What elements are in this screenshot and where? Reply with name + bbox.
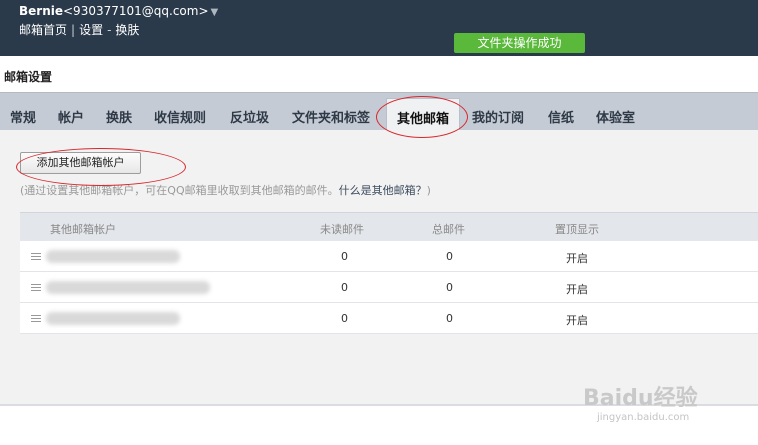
- accounts-table: 其他邮箱帐户 未读邮件 总邮件 置顶显示 0 0 开启 0 0 开启 0 0 开…: [20, 212, 758, 334]
- baidu-watermark-url: jingyan.baidu.com: [597, 412, 690, 423]
- user-name: Bernie: [19, 4, 63, 18]
- baidu-watermark: Baidu经验: [583, 386, 698, 411]
- user-info[interactable]: Bernie<930377101@qq.com> ▼: [19, 4, 218, 18]
- col-total: 总邮件: [432, 223, 465, 236]
- tab-spam[interactable]: 反垃圾: [230, 107, 269, 126]
- blurred-account-name: [46, 250, 180, 263]
- col-account: 其他邮箱帐户: [50, 223, 116, 236]
- settings-tabs: 常规 帐户 换肤 收信规则 反垃圾 文件夹和标签 其他邮箱 我的订阅 信纸 体验…: [0, 92, 758, 131]
- link-separator: |: [71, 23, 76, 37]
- tab-folders-labels[interactable]: 文件夹和标签: [292, 107, 370, 126]
- success-toast: 文件夹操作成功: [454, 33, 585, 53]
- pin-status[interactable]: 开启: [566, 312, 588, 328]
- drag-handle-icon[interactable]: [31, 284, 41, 291]
- table-row[interactable]: 0 0 开启: [20, 241, 758, 272]
- settings-page: Bernie<930377101@qq.com> ▼ 邮箱首页 | 设置 - 换肤 文件夹…: [0, 0, 758, 445]
- table-header: 其他邮箱帐户 未读邮件 总邮件 置顶显示: [20, 212, 758, 241]
- link-separator: -: [107, 23, 112, 37]
- drag-handle-icon[interactable]: [31, 253, 41, 260]
- total-count: 0: [446, 250, 453, 263]
- tab-general[interactable]: 常规: [10, 107, 36, 126]
- top-header: Bernie<930377101@qq.com> ▼ 邮箱首页 | 设置 - 换肤 文件夹…: [0, 0, 758, 56]
- what-is-other-mailbox-link[interactable]: 什么是其他邮箱？: [339, 184, 427, 197]
- hint-body: (通过设置其他邮箱帐户，可在QQ邮箱里收取到其他邮箱的邮件。: [20, 184, 339, 197]
- unread-count: 0: [341, 250, 348, 263]
- col-pin: 置顶显示: [555, 223, 599, 236]
- unread-count: 0: [341, 281, 348, 294]
- pin-status[interactable]: 开启: [566, 281, 588, 297]
- user-email: <930377101@qq.com>: [63, 4, 209, 18]
- skin-link[interactable]: 换肤: [115, 23, 139, 37]
- mailbox-home-link[interactable]: 邮箱首页: [19, 23, 67, 37]
- main-content: 添加其他邮箱帐户 (通过设置其他邮箱帐户，可在QQ邮箱里收取到其他邮箱的邮件。什…: [0, 130, 758, 404]
- pin-status[interactable]: 开启: [566, 250, 588, 266]
- top-links: 邮箱首页 | 设置 - 换肤: [19, 21, 139, 38]
- add-other-mailbox-button[interactable]: 添加其他邮箱帐户: [20, 152, 141, 174]
- unread-count: 0: [341, 312, 348, 325]
- chevron-down-icon[interactable]: ▼: [211, 7, 219, 18]
- total-count: 0: [446, 312, 453, 325]
- tab-subscriptions[interactable]: 我的订阅: [472, 107, 524, 126]
- drag-handle-icon[interactable]: [31, 315, 41, 322]
- blurred-account-name: [46, 312, 180, 325]
- col-unread: 未读邮件: [320, 223, 364, 236]
- table-row[interactable]: 0 0 开启: [20, 272, 758, 303]
- tab-stationery[interactable]: 信纸: [548, 107, 574, 126]
- tab-rules[interactable]: 收信规则: [154, 107, 206, 126]
- settings-link[interactable]: 设置: [79, 23, 103, 37]
- hint-close-paren: ): [426, 184, 431, 197]
- tab-other-mailboxes[interactable]: 其他邮箱: [386, 98, 461, 131]
- page-title: 邮箱设置: [4, 70, 53, 84]
- total-count: 0: [446, 281, 453, 294]
- tab-skin[interactable]: 换肤: [106, 107, 132, 126]
- tab-account[interactable]: 帐户: [58, 107, 84, 126]
- table-row[interactable]: 0 0 开启: [20, 303, 758, 334]
- tab-lab[interactable]: 体验室: [596, 107, 635, 126]
- hint-text: (通过设置其他邮箱帐户，可在QQ邮箱里收取到其他邮箱的邮件。什么是其他邮箱？): [20, 182, 431, 198]
- blurred-account-name: [46, 281, 210, 294]
